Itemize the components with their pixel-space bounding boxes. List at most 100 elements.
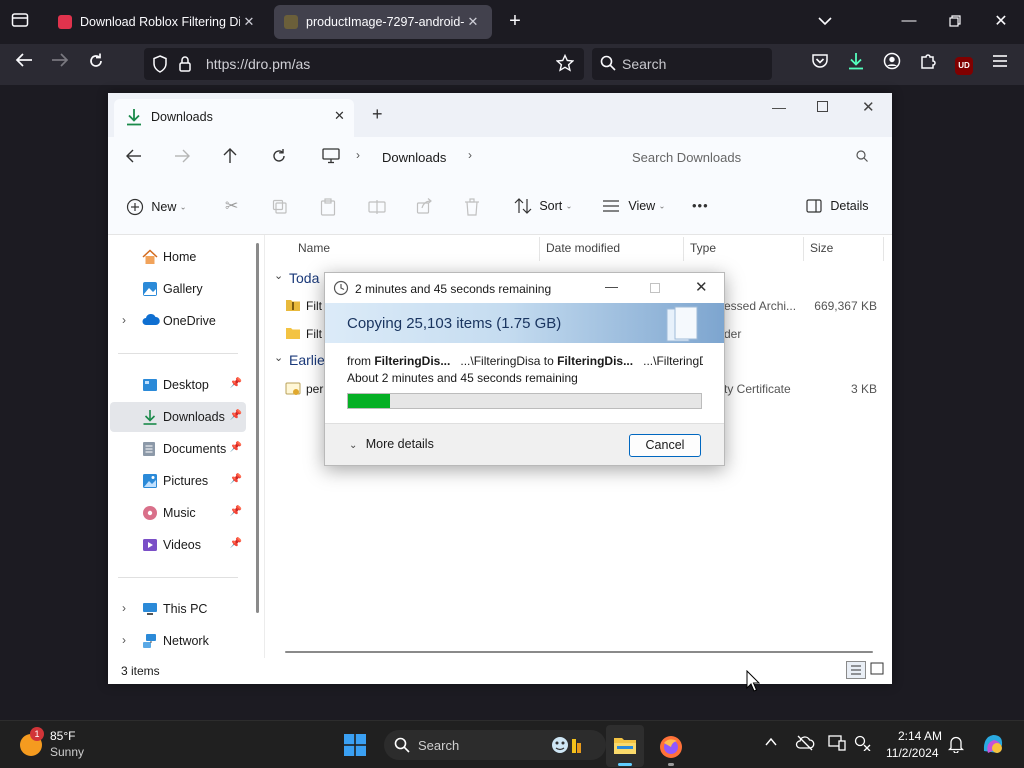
column-divider[interactable] [883,237,884,261]
source-link[interactable]: FilteringDis... [374,354,450,368]
browser-tab-image[interactable]: productImage-7297-android-p ✕ [274,5,492,39]
sidebar-item-documents[interactable]: Documents 📌 [110,434,246,464]
explorer-close-icon[interactable]: ✕ [862,98,875,116]
notifications-bell-icon[interactable] [947,735,965,756]
column-header-date[interactable]: Date modified [546,241,620,255]
close-tab-icon[interactable]: ✕ [334,108,345,124]
sidebar-item-onedrive[interactable]: › OneDrive [110,306,246,336]
sidebar-scrollbar[interactable] [256,243,259,613]
group-chevron-icon[interactable]: ⌄ [274,269,283,282]
back-icon[interactable] [126,149,142,166]
pin-icon[interactable]: 📌 [230,442,242,453]
taskbar-search-box[interactable]: Search [384,730,606,760]
forward-arrow-icon[interactable] [48,52,72,76]
column-divider[interactable] [683,237,684,261]
close-window-icon[interactable]: ✕ [990,11,1012,31]
sidebar-item-home[interactable]: Home [110,242,246,272]
pin-icon[interactable]: 📌 [230,378,242,389]
expand-chevron-icon[interactable]: › [122,633,126,647]
sort-button[interactable]: Sort ⌄ [514,198,572,214]
pin-icon[interactable]: 📌 [230,506,242,517]
copy-icon[interactable] [272,199,288,218]
expand-chevron-icon[interactable]: › [122,601,126,615]
horizontal-scrollbar[interactable] [285,651,873,653]
tab-overview-icon[interactable] [8,12,32,32]
explorer-maximize-icon[interactable] [817,101,828,115]
sidebar-item-this-pc[interactable]: › This PC [110,594,246,624]
onedrive-offline-icon[interactable] [795,735,815,754]
explorer-search-box[interactable]: Search Downloads [618,139,882,173]
column-divider[interactable] [803,237,804,261]
sidebar-item-gallery[interactable]: Gallery [110,274,246,304]
breadcrumb-chevron-icon[interactable]: › [468,148,472,162]
paste-icon[interactable] [320,198,336,219]
sidebar-item-videos[interactable]: Videos 📌 [110,530,246,560]
pin-icon[interactable]: 📌 [230,410,242,421]
new-button[interactable]: New ⌄ [126,198,186,216]
details-button[interactable]: Details [806,198,869,213]
windows-start-icon[interactable] [344,734,366,759]
downloads-icon[interactable] [844,52,868,78]
ublock-origin-icon[interactable]: UD [952,52,976,76]
clock-time[interactable]: 2:14 AM [898,729,942,743]
sidebar-item-music[interactable]: Music 📌 [110,498,246,528]
view-button[interactable]: View ⌄ [602,198,665,213]
details-view-icon[interactable] [846,661,866,679]
tracking-protection-shield-icon[interactable] [152,55,168,76]
pin-icon[interactable]: 📌 [230,474,242,485]
explorer-minimize-icon[interactable]: — [772,99,786,115]
address-bar[interactable]: › Downloads › [308,139,610,173]
firefox-taskbar-icon[interactable] [652,725,690,767]
menu-hamburger-icon[interactable] [988,52,1012,76]
column-divider[interactable] [539,237,540,261]
sidebar-item-pictures[interactable]: Pictures 📌 [110,466,246,496]
url-bar[interactable]: https://dro.pm/as [144,48,584,80]
file-explorer-taskbar-icon[interactable] [606,725,644,767]
lock-icon[interactable] [178,55,192,76]
list-all-tabs-icon[interactable] [814,13,836,30]
web-search-bar[interactable]: Search [592,48,772,80]
expand-chevron-icon[interactable]: › [122,313,126,327]
explorer-tab-downloads[interactable]: Downloads ✕ [114,99,354,137]
tiles-view-icon[interactable] [870,662,884,679]
reload-icon[interactable] [84,52,108,78]
group-header-today[interactable]: Toda [289,270,319,286]
tab-close-icon[interactable]: ✕ [464,14,482,30]
refresh-icon[interactable] [271,148,287,167]
breadcrumb[interactable]: Downloads [382,150,446,165]
group-header-earlier[interactable]: Earlie [289,352,325,368]
copilot-icon[interactable] [980,731,1006,760]
display-icon[interactable] [828,735,846,754]
pin-icon[interactable]: 📌 [230,538,242,549]
show-hidden-icons-chevron-icon[interactable] [765,736,777,750]
pocket-icon[interactable] [808,52,832,78]
weather-widget[interactable]: 1 85°F Sunny [18,727,118,763]
tab-close-icon[interactable]: ✕ [240,14,258,30]
minimize-icon[interactable]: — [898,12,920,29]
cut-icon[interactable]: ✂ [225,196,238,216]
sidebar-item-downloads[interactable]: Downloads 📌 [110,402,246,432]
bookmark-star-icon[interactable] [555,53,575,75]
new-tab-icon[interactable]: + [504,10,526,33]
dialog-close-icon[interactable]: ✕ [695,278,708,296]
dialog-minimize-icon[interactable]: — [605,279,618,294]
restore-icon[interactable] [944,14,966,31]
cancel-button[interactable]: Cancel [629,434,701,457]
column-header-size[interactable]: Size [810,241,833,255]
column-header-type[interactable]: Type [690,241,716,255]
url-text[interactable]: https://dro.pm/as [206,56,310,72]
network-disconnected-icon[interactable] [854,735,872,754]
more-options-icon[interactable]: ••• [692,198,709,213]
up-icon[interactable] [223,148,237,167]
destination-link[interactable]: FilteringDis... [557,354,633,368]
back-arrow-icon[interactable] [12,52,36,76]
delete-icon[interactable] [464,198,480,219]
clock-date[interactable]: 11/2/2024 [886,746,939,760]
sidebar-item-desktop[interactable]: Desktop 📌 [110,370,246,400]
extensions-puzzle-icon[interactable] [916,52,940,78]
group-chevron-icon[interactable]: ⌄ [274,351,283,364]
rename-icon[interactable] [368,199,386,218]
share-icon[interactable] [416,198,432,217]
sidebar-item-network[interactable]: › Network [110,626,246,656]
account-icon[interactable] [880,52,904,78]
